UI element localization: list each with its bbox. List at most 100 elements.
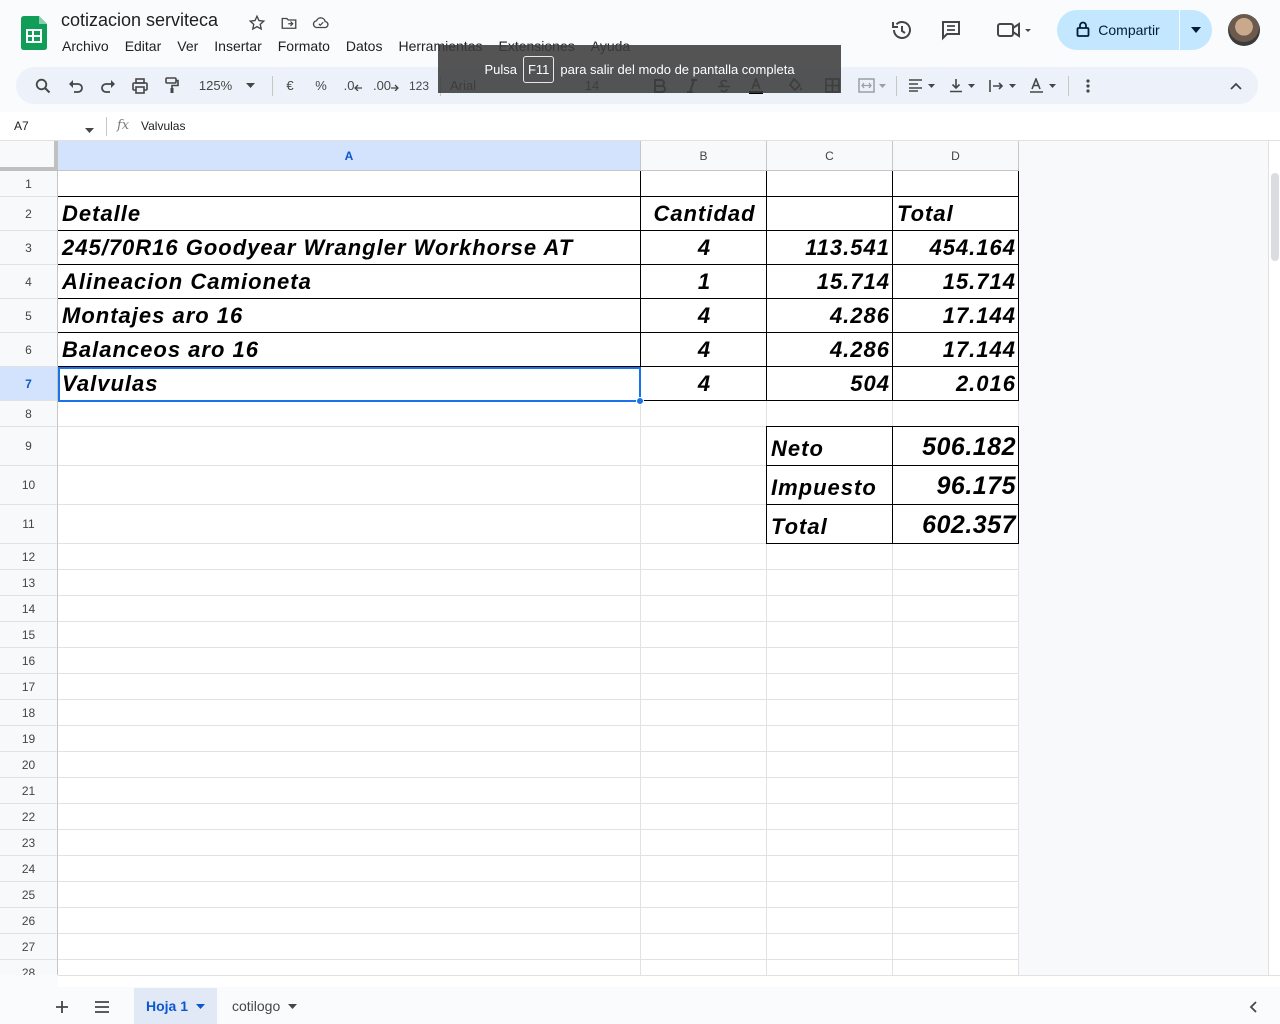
more-icon[interactable] bbox=[1074, 67, 1102, 104]
print-icon[interactable] bbox=[126, 67, 154, 104]
cell-d5[interactable]: 17.144 bbox=[893, 299, 1019, 332]
row-header-11[interactable]: 11 bbox=[0, 505, 58, 544]
selected-cell-a7[interactable] bbox=[58, 367, 641, 402]
star-icon[interactable] bbox=[246, 12, 268, 34]
undo-icon[interactable] bbox=[62, 67, 90, 104]
menu-formato[interactable]: Formato bbox=[270, 36, 338, 56]
chevron-down-icon[interactable] bbox=[85, 120, 94, 138]
align-icon[interactable] bbox=[903, 67, 939, 104]
row-header-10[interactable]: 10 bbox=[0, 466, 58, 505]
horizontal-scrollbar[interactable] bbox=[58, 975, 1280, 987]
valign-icon[interactable] bbox=[944, 67, 980, 104]
add-sheet-icon[interactable] bbox=[47, 993, 77, 1021]
row-header-2[interactable]: 2 bbox=[0, 197, 58, 231]
row-header-12[interactable]: 12 bbox=[0, 544, 58, 570]
row-header-22[interactable]: 22 bbox=[0, 804, 58, 830]
row-header-27[interactable]: 27 bbox=[0, 934, 58, 960]
vertical-scroll-thumb[interactable] bbox=[1271, 173, 1279, 261]
more-formats-button[interactable]: 123 bbox=[404, 67, 434, 104]
wrap-icon[interactable] bbox=[984, 67, 1020, 104]
cell-b6[interactable]: 4 bbox=[641, 333, 767, 366]
row-header-19[interactable]: 19 bbox=[0, 726, 58, 752]
cell-d7[interactable]: 2.016 bbox=[893, 367, 1019, 400]
cell-c4[interactable]: 15.714 bbox=[767, 265, 893, 298]
row-header-5[interactable]: 5 bbox=[0, 299, 58, 333]
menu-ver[interactable]: Ver bbox=[169, 36, 206, 56]
collapse-icon[interactable] bbox=[1222, 67, 1250, 104]
explore-collapse-icon[interactable] bbox=[1238, 993, 1268, 1021]
row-header-20[interactable]: 20 bbox=[0, 752, 58, 778]
cell-c9[interactable]: Neto bbox=[767, 427, 893, 465]
merge-icon[interactable] bbox=[852, 67, 892, 104]
cell-b7[interactable]: 4 bbox=[641, 367, 767, 400]
sheet-tab-hoja-1[interactable]: Hoja 1 bbox=[134, 988, 218, 1024]
increase-decimal-button[interactable]: .00 bbox=[370, 67, 402, 104]
cell-a5[interactable]: Montajes aro 16 bbox=[58, 299, 641, 332]
cell-d4[interactable]: 15.714 bbox=[893, 265, 1019, 298]
cell-d9[interactable]: 506.182 bbox=[893, 427, 1019, 465]
row-header-16[interactable]: 16 bbox=[0, 648, 58, 674]
cell-b4[interactable]: 1 bbox=[641, 265, 767, 298]
cell-c11[interactable]: Total bbox=[767, 505, 893, 543]
row-header-23[interactable]: 23 bbox=[0, 830, 58, 856]
row-header-9[interactable]: 9 bbox=[0, 427, 58, 466]
share-button[interactable]: Compartir bbox=[1057, 10, 1179, 50]
row-header-6[interactable]: 6 bbox=[0, 333, 58, 367]
row-header-24[interactable]: 24 bbox=[0, 856, 58, 882]
cell-c5[interactable]: 4.286 bbox=[767, 299, 893, 332]
comment-icon[interactable] bbox=[931, 10, 971, 50]
column-header-d[interactable]: D bbox=[893, 141, 1019, 171]
column-header-a[interactable]: A bbox=[58, 141, 641, 171]
cell-c3[interactable]: 113.541 bbox=[767, 231, 893, 264]
cell-a4[interactable]: Alineacion Camioneta bbox=[58, 265, 641, 298]
rotate-icon[interactable] bbox=[1024, 67, 1060, 104]
row-header-18[interactable]: 18 bbox=[0, 700, 58, 726]
cloud-icon[interactable] bbox=[310, 12, 332, 34]
cell-a3[interactable]: 245/70R16 Goodyear Wrangler Workhorse AT bbox=[58, 231, 641, 264]
cell-b5[interactable]: 4 bbox=[641, 299, 767, 332]
row-header-26[interactable]: 26 bbox=[0, 908, 58, 934]
move-folder-icon[interactable] bbox=[278, 12, 300, 34]
row-header-4[interactable]: 4 bbox=[0, 265, 58, 299]
column-header-c[interactable]: C bbox=[767, 141, 893, 171]
cell-a6[interactable]: Balanceos aro 16 bbox=[58, 333, 641, 366]
avatar[interactable] bbox=[1228, 14, 1260, 46]
cell-d11[interactable]: 602.357 bbox=[893, 505, 1019, 543]
sheet-tab-cotilogo[interactable]: cotilogo bbox=[220, 988, 309, 1024]
document-title[interactable]: cotizacion serviteca bbox=[61, 10, 218, 31]
vertical-scrollbar[interactable] bbox=[1268, 141, 1280, 975]
row-header-25[interactable]: 25 bbox=[0, 882, 58, 908]
cell-c6[interactable]: 4.286 bbox=[767, 333, 893, 366]
cell-c7[interactable]: 504 bbox=[767, 367, 893, 400]
cell-b3[interactable]: 4 bbox=[641, 231, 767, 264]
cell-d6[interactable]: 17.144 bbox=[893, 333, 1019, 366]
formula-input[interactable]: Valvulas bbox=[141, 119, 185, 133]
percent-format-button[interactable]: % bbox=[307, 67, 335, 104]
fill-handle[interactable] bbox=[636, 397, 644, 405]
column-header-b[interactable]: B bbox=[641, 141, 767, 171]
row-header-7[interactable]: 7 bbox=[0, 367, 58, 401]
cell-a2[interactable]: Detalle bbox=[58, 197, 641, 230]
row-header-28[interactable]: 28 bbox=[0, 960, 58, 975]
name-box[interactable]: A7 bbox=[14, 119, 29, 133]
row-header-15[interactable]: 15 bbox=[0, 622, 58, 648]
sheet-grid[interactable]: A B C D 1 2 3 4 5 6 7 8 9 10 11 12 13 14 15 16 17 18 19 20 2… bbox=[0, 141, 1268, 975]
history-icon[interactable] bbox=[882, 10, 922, 50]
search-icon[interactable] bbox=[28, 67, 58, 104]
share-dropdown-button[interactable] bbox=[1180, 10, 1212, 50]
cell-d2[interactable]: Total bbox=[893, 197, 1019, 230]
select-all-corner[interactable] bbox=[0, 141, 58, 171]
sheets-logo[interactable] bbox=[21, 16, 47, 50]
row-header-17[interactable]: 17 bbox=[0, 674, 58, 700]
decrease-decimal-button[interactable]: .0 bbox=[338, 67, 368, 104]
meet-icon[interactable] bbox=[990, 10, 1038, 50]
row-header-8[interactable]: 8 bbox=[0, 401, 58, 427]
row-header-14[interactable]: 14 bbox=[0, 596, 58, 622]
paint-format-icon[interactable] bbox=[158, 67, 186, 104]
currency-format-button[interactable]: € bbox=[276, 67, 304, 104]
menu-editar[interactable]: Editar bbox=[117, 36, 170, 56]
row-header-3[interactable]: 3 bbox=[0, 231, 58, 265]
sheet-list-icon[interactable] bbox=[87, 993, 117, 1021]
menu-archivo[interactable]: Archivo bbox=[54, 36, 117, 56]
cell-c10[interactable]: Impuesto bbox=[767, 466, 893, 504]
